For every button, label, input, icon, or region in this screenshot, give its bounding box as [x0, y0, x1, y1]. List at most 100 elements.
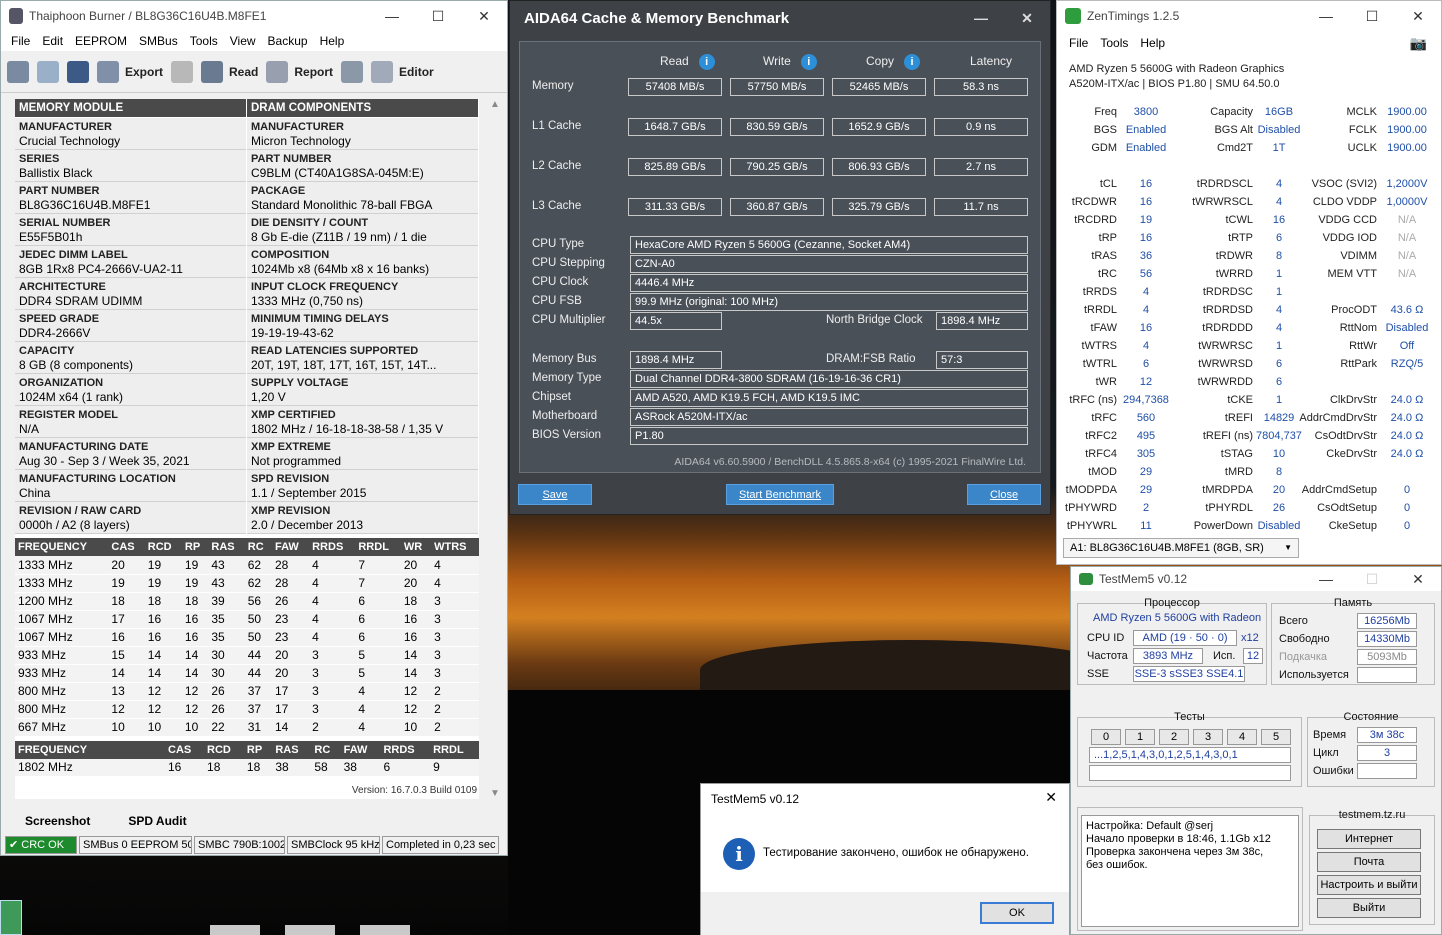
freq-col-header: WTRS: [431, 538, 479, 556]
menu-file[interactable]: File: [1063, 36, 1094, 50]
close-icon[interactable]: ✕: [1395, 571, 1441, 588]
spd-cell-right: READ LATENCIES SUPPORTED 20T, 19T, 18T, 1…: [247, 342, 478, 374]
close-icon[interactable]: ✕: [461, 8, 507, 25]
info-icon[interactable]: i: [698, 54, 715, 70]
vertical-scrollbar[interactable]: ▲ ▼: [486, 99, 504, 799]
freq-col-header: WR: [400, 538, 432, 556]
internet-button[interactable]: Интернет: [1317, 829, 1421, 849]
desktop-icon[interactable]: [0, 900, 22, 935]
table-cell: 26: [271, 592, 310, 611]
read-button[interactable]: Read: [201, 60, 258, 83]
menu-view[interactable]: View: [224, 34, 262, 48]
table-cell: 20: [271, 646, 310, 665]
editor-button[interactable]: Editor: [371, 60, 434, 83]
menu-smbus[interactable]: SMBus: [133, 34, 184, 48]
menu-tools[interactable]: Tools: [184, 34, 224, 48]
taskbar-thumb[interactable]: [285, 925, 335, 935]
configure-exit-button[interactable]: Настроить и выйти: [1317, 875, 1421, 895]
scroll-up-icon[interactable]: ▲: [486, 99, 504, 110]
minimize-icon[interactable]: —: [958, 10, 1004, 26]
spd-cell-right: COMPOSITION 1024Mb x8 (64Mb x8 x 16 banks…: [247, 246, 478, 278]
spd-key: XMP REVISION: [251, 505, 331, 517]
mail-button[interactable]: Почта: [1317, 852, 1421, 872]
test-box: 0: [1091, 729, 1121, 745]
scroll-down-icon[interactable]: ▼: [486, 788, 504, 799]
spd-cell-right: XMP EXTREME Not programmed: [247, 438, 478, 470]
save-button[interactable]: Save: [518, 484, 592, 505]
tab-screenshot[interactable]: Screenshot: [25, 814, 90, 828]
maximize-icon[interactable]: ☐: [415, 8, 461, 25]
taskbar-thumb[interactable]: [360, 925, 410, 935]
timing-label: CsOdtDrvStr: [1314, 430, 1377, 442]
completed-status: Completed in 0,23 sec: [382, 836, 499, 854]
minimize-icon[interactable]: —: [1303, 571, 1349, 587]
aida-title-bar[interactable]: AIDA64 Cache & Memory Benchmark — ✕: [510, 1, 1050, 35]
open-icon[interactable]: [37, 60, 59, 83]
menu-edit[interactable]: Edit: [36, 34, 69, 48]
info-icon[interactable]: i: [904, 54, 921, 70]
menu-help[interactable]: Help: [1134, 36, 1171, 50]
crc-status: ✔ CRC OK: [5, 836, 77, 854]
start-benchmark-button[interactable]: Start Benchmark: [726, 484, 834, 505]
timing-label: GDM: [1091, 142, 1117, 154]
table-cell: 19: [108, 574, 145, 593]
minimize-icon[interactable]: —: [369, 8, 415, 24]
camera-icon[interactable]: 📷: [1404, 35, 1433, 52]
save-icon[interactable]: [67, 60, 89, 83]
version-label: Version: 16.7.0.3 Build 0109: [351, 785, 477, 796]
maximize-icon[interactable]: ☐: [1349, 8, 1395, 25]
taskbar-thumb[interactable]: [210, 925, 260, 935]
table-cell: 19: [144, 574, 182, 593]
close-icon[interactable]: ✕: [1004, 10, 1050, 27]
tab-spd-audit[interactable]: SPD Audit: [128, 814, 186, 828]
xmp-col-header: RRDL: [430, 740, 479, 759]
menu-eeprom[interactable]: EEPROM: [69, 34, 133, 48]
xmp-col-header: FAW: [340, 740, 381, 759]
menu-help[interactable]: Help: [314, 34, 351, 48]
timing-value: 29: [1139, 484, 1153, 496]
timing-label: tWTRS: [1081, 340, 1117, 352]
menu-tools[interactable]: Tools: [1094, 36, 1134, 50]
thaiphoon-window: Thaiphoon Burner / BL8G36C16U4B.M8FE1 — …: [0, 0, 508, 856]
report-button[interactable]: Report: [266, 60, 333, 83]
dimm-select[interactable]: A1: BL8G36C16U4B.M8FE1 (8GB, SR) ▼: [1063, 538, 1299, 558]
close-button[interactable]: Close: [967, 484, 1041, 505]
table-cell: 44: [244, 646, 272, 665]
timing-label: tRRDL: [1083, 304, 1117, 316]
tm-title-bar[interactable]: TestMem5 v0.12 — ☐ ✕: [1071, 567, 1441, 591]
table-cell: 1802 MHz: [15, 758, 165, 777]
close-icon[interactable]: ✕: [1395, 8, 1441, 25]
freq-col-header: RRDS: [309, 538, 356, 556]
table-cell: 20: [108, 556, 145, 575]
table-cell: 933 MHz: [15, 646, 109, 665]
test-box: 4: [1227, 729, 1257, 745]
table-cell: 62: [244, 574, 272, 593]
minimize-icon[interactable]: —: [1303, 8, 1349, 24]
aida-title: AIDA64 Cache & Memory Benchmark: [524, 9, 790, 27]
frequency-table-header: FREQUENCY CAS RCD RP RAS RC FAW RRDS RRDL WR WTRS: [15, 538, 479, 556]
menu-backup[interactable]: Backup: [262, 34, 314, 48]
dialog-title: TestMem5 v0.12: [711, 792, 800, 806]
timing-value: 56: [1139, 268, 1153, 280]
benchmark-panel: Read i Write i Copy i Latency Memory 57408 M…: [519, 41, 1041, 473]
lock-icon[interactable]: [171, 60, 194, 83]
table-cell: 16: [144, 628, 182, 647]
info-icon[interactable]: i: [800, 54, 817, 70]
test-sequence: ...1,2,5,1,4,3,0,1,2,5,1,4,3,0,1: [1089, 747, 1291, 763]
table-cell: 44: [244, 664, 272, 683]
title-bar[interactable]: Thaiphoon Burner / BL8G36C16U4B.M8FE1 — …: [1, 1, 507, 31]
ok-button[interactable]: OK: [980, 902, 1054, 924]
menu-file[interactable]: File: [5, 34, 36, 48]
exit-button[interactable]: Выйти: [1317, 898, 1421, 918]
table-cell: 23: [271, 610, 310, 629]
settings-icon[interactable]: [7, 60, 29, 83]
export-button[interactable]: Export: [97, 60, 163, 83]
wrench-icon[interactable]: [341, 60, 364, 83]
spd-cell-right: SPD REVISION 1.1 / September 2015: [247, 470, 478, 502]
table-cell: 2: [309, 718, 356, 737]
info-value: Dual Channel DDR4-3800 SDRAM (16-19-16-3…: [630, 370, 1028, 388]
info-label: CPU Clock: [532, 276, 589, 288]
zen-title-bar[interactable]: ZenTimings 1.2.5 — ☐ ✕: [1057, 1, 1441, 31]
table-cell: 12: [181, 682, 209, 701]
close-icon[interactable]: ✕: [1045, 789, 1057, 806]
